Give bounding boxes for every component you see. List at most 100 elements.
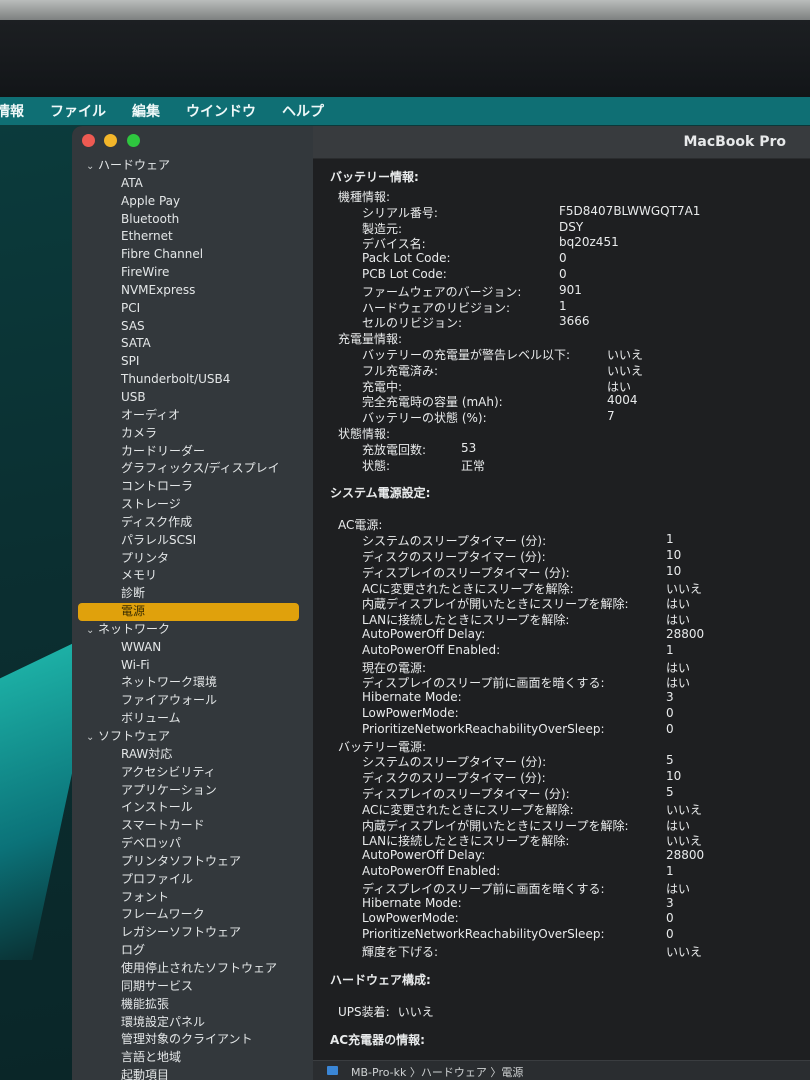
sidebar-item[interactable]: Fibre Channel xyxy=(72,246,313,264)
sidebar-item[interactable]: フォント xyxy=(72,889,313,907)
titlebar: MacBook Pro xyxy=(313,126,810,159)
sidebar: ⌄ ハードウェア ATA Apple Pay Bluetooth Ethernet Fibr… xyxy=(72,126,313,1080)
sidebar-item[interactable]: PCI xyxy=(72,300,313,318)
sidebar-item[interactable]: Ethernet xyxy=(72,228,313,246)
sidebar-item[interactable]: 言語と地域 xyxy=(72,1049,313,1067)
sidebar-item[interactable]: グラフィックス/ディスプレイ xyxy=(72,460,313,478)
info-value: 3 xyxy=(666,895,674,910)
info-value: いいえ xyxy=(607,348,644,362)
sidebar-item[interactable]: プロファイル xyxy=(72,871,313,889)
info-value-cell: 0 xyxy=(666,927,674,941)
sidebar-item[interactable]: フレームワーク xyxy=(72,906,313,924)
sidebar-item[interactable]: 環境設定パネル xyxy=(72,1014,313,1032)
sidebar-item[interactable]: Bluetooth xyxy=(72,211,313,229)
sidebar-item[interactable]: 管理対象のクライアント xyxy=(72,1031,313,1049)
sidebar-item[interactable]: 機能拡張 xyxy=(72,996,313,1014)
sidebar-item[interactable]: ディスク作成 xyxy=(72,514,313,532)
sidebar-item[interactable]: 同期サービス xyxy=(72,978,313,996)
zoom-button[interactable] xyxy=(127,134,140,147)
info-value-cell: 正常 xyxy=(461,457,485,474)
sidebar-item[interactable]: RAW対応 xyxy=(72,746,313,764)
menu-edit[interactable]: 編集 xyxy=(132,101,160,121)
info-value: はい xyxy=(666,660,691,675)
menu-window[interactable]: ウインドウ xyxy=(186,101,256,121)
info-value: 28800 xyxy=(666,848,705,863)
sidebar-item[interactable]: Wi-Fi xyxy=(72,657,313,675)
close-button[interactable] xyxy=(82,134,95,147)
info-value-cell: 0 xyxy=(666,706,674,720)
section-heading: バッテリー情報: xyxy=(330,168,419,185)
sidebar-item[interactable]: アプリケーション xyxy=(72,782,313,800)
sidebar-item[interactable]: 使用停止されたソフトウェア xyxy=(72,960,313,978)
sidebar-item-selected[interactable]: 電源 xyxy=(78,603,299,621)
sidebar-item[interactable]: 起動項目 xyxy=(72,1067,313,1080)
menu-info[interactable]: 情報 xyxy=(0,101,24,121)
sidebar-item[interactable]: プリンタ xyxy=(72,550,313,568)
sidebar-item[interactable]: ネットワーク環境 xyxy=(72,674,313,692)
sidebar-item[interactable]: Thunderbolt/USB4 xyxy=(72,371,313,389)
info-value-cell: 10 xyxy=(666,548,681,562)
sidebar-item[interactable]: ATA xyxy=(72,175,313,193)
sidebar-item[interactable]: カメラ xyxy=(72,425,313,443)
statusbar: MB-Pro-kk 〉ハードウェア 〉電源 xyxy=(313,1060,810,1080)
sidebar-item[interactable]: WWAN xyxy=(72,639,313,657)
sidebar-item[interactable]: デベロッパ xyxy=(72,835,313,853)
sidebar-item[interactable]: メモリ xyxy=(72,567,313,585)
sidebar-item[interactable]: SAS xyxy=(72,318,313,336)
chevron-down-icon[interactable]: ⌄ xyxy=(86,729,98,747)
info-label: 輝度を下げる: xyxy=(362,945,439,959)
sidebar-category[interactable]: ⌄ ハードウェア xyxy=(72,157,313,175)
info-value: bq20z451 xyxy=(559,235,619,250)
sidebar-item[interactable]: ボリューム xyxy=(72,710,313,728)
path-breadcrumb: MB-Pro-kk 〉ハードウェア 〉電源 xyxy=(351,1066,524,1079)
sidebar-item[interactable]: USB xyxy=(72,389,313,407)
menu-file[interactable]: ファイル xyxy=(50,101,106,121)
sidebar-item[interactable]: カードリーダー xyxy=(72,443,313,461)
info-label: 機種情報: xyxy=(338,190,391,204)
sidebar-item[interactable]: ファイアウォール xyxy=(72,692,313,710)
sidebar-item[interactable]: スマートカード xyxy=(72,817,313,835)
info-value: 1 xyxy=(666,532,674,547)
sidebar-item[interactable]: ログ xyxy=(72,942,313,960)
sidebar-item[interactable]: FireWire xyxy=(72,264,313,282)
info-label: デバイス名: xyxy=(362,237,426,252)
detail-pane: MacBook Pro バッテリー情報: 機種情報: シリアル番号: F5D8407B… xyxy=(313,126,810,1080)
info-label: Hibernate Mode: xyxy=(362,690,462,705)
sidebar-item[interactable]: SPI xyxy=(72,353,313,371)
sidebar-item[interactable]: アクセシビリティ xyxy=(72,764,313,782)
sidebar-item[interactable]: オーディオ xyxy=(72,407,313,425)
sidebar-item[interactable]: NVMExpress xyxy=(72,282,313,300)
info-value: 1 xyxy=(666,864,674,878)
sidebar-item[interactable]: パラレルSCSI xyxy=(72,532,313,550)
info-row: システムのスリープタイマー (分): xyxy=(362,753,546,770)
info-label: 製造元: xyxy=(362,221,403,236)
sidebar-item[interactable]: コントローラ xyxy=(72,478,313,496)
info-label: ディスクのスリープタイマー (分): xyxy=(362,771,546,786)
minimize-button[interactable] xyxy=(104,134,117,147)
info-row: バッテリーの状態 (%): xyxy=(362,409,487,426)
sidebar-item[interactable]: インストール xyxy=(72,799,313,817)
sidebar-item[interactable]: プリンタソフトウェア xyxy=(72,853,313,871)
info-value-cell: 0 xyxy=(559,267,567,281)
info-label: AutoPowerOff Delay: xyxy=(362,848,486,863)
sidebar-category[interactable]: ⌄ ソフトウェア xyxy=(72,728,313,746)
sidebar-item[interactable]: ストレージ xyxy=(72,496,313,514)
info-row: シリアル番号: xyxy=(362,204,438,221)
chevron-down-icon[interactable]: ⌄ xyxy=(86,158,98,176)
sidebar-category[interactable]: ⌄ ネットワーク xyxy=(72,621,313,639)
info-row: 充放電回数: xyxy=(362,441,426,458)
menu-help[interactable]: ヘルプ xyxy=(282,101,324,121)
info-value-cell: 5 xyxy=(666,753,674,767)
sidebar-item[interactable]: レガシーソフトウェア xyxy=(72,924,313,942)
info-row: AutoPowerOff Enabled: xyxy=(362,864,500,878)
chevron-down-icon[interactable]: ⌄ xyxy=(86,622,98,640)
info-value-cell: 10 xyxy=(666,769,681,783)
info-value: 1 xyxy=(559,298,567,313)
section-heading: ハードウェア構成: xyxy=(330,971,431,988)
sidebar-item[interactable]: Apple Pay xyxy=(72,193,313,211)
info-value: 7 xyxy=(607,409,615,424)
sidebar-item[interactable]: 診断 xyxy=(72,585,313,603)
info-label: PCB Lot Code: xyxy=(362,267,447,281)
info-value-cell: 0 xyxy=(666,722,674,736)
sidebar-item[interactable]: SATA xyxy=(72,335,313,353)
